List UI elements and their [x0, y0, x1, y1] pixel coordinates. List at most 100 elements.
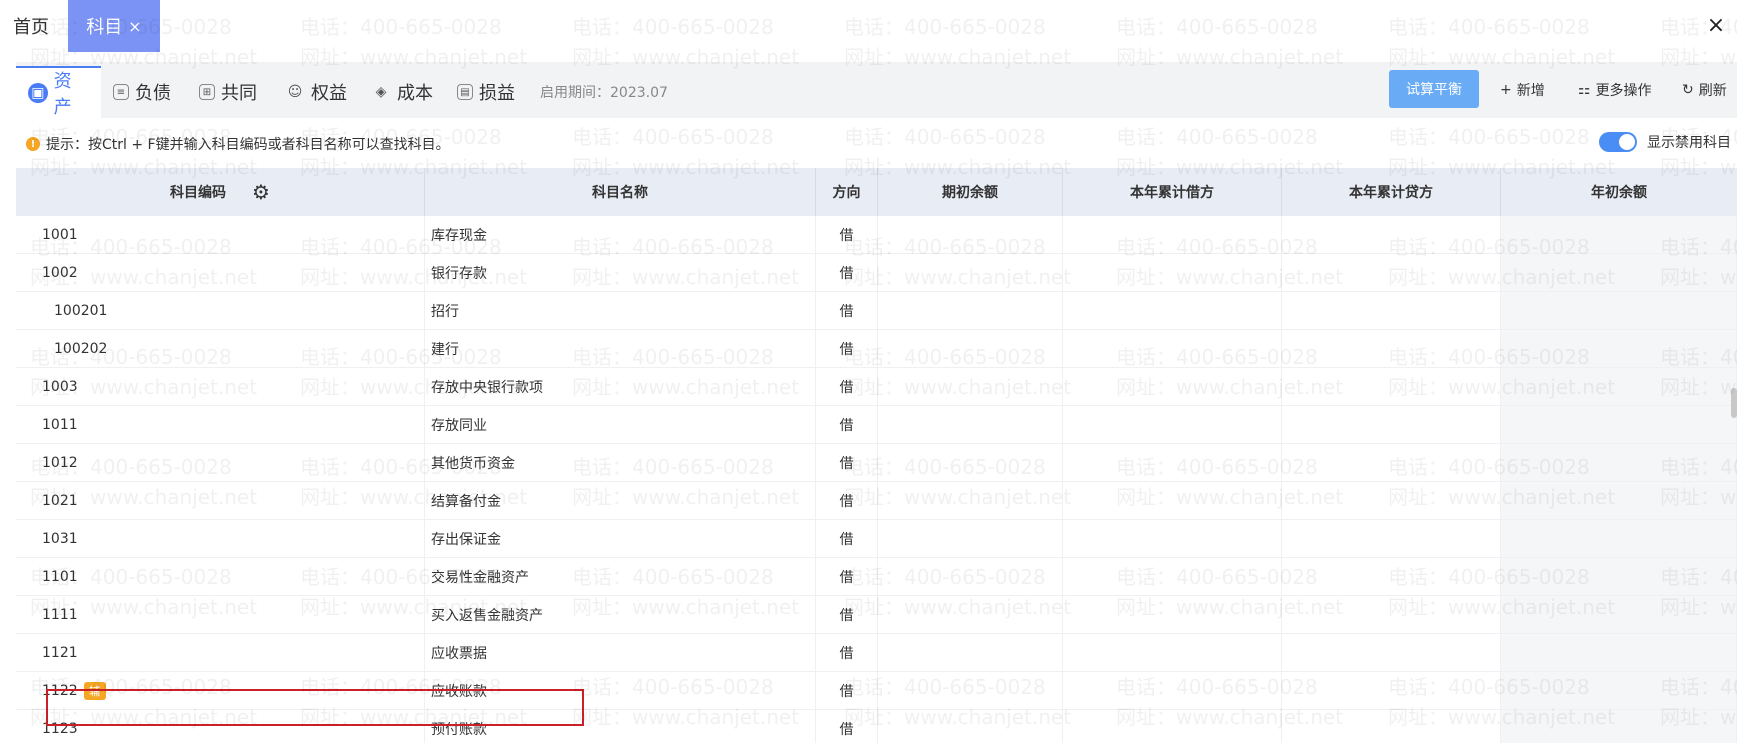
- tab-common[interactable]: ⊞ 共同: [187, 66, 273, 118]
- cell-debit[interactable]: [1063, 368, 1282, 406]
- cell-code: 1101: [16, 558, 425, 596]
- cell-year-begin[interactable]: [1501, 672, 1737, 710]
- cell-debit[interactable]: [1063, 558, 1282, 596]
- cell-debit[interactable]: [1063, 710, 1282, 743]
- cell-opening[interactable]: [878, 406, 1063, 444]
- cell-credit[interactable]: [1282, 672, 1501, 710]
- tab-home[interactable]: 首页: [0, 0, 62, 52]
- trial-balance-button[interactable]: 试算平衡: [1389, 70, 1479, 108]
- table-row[interactable]: 1101 交易性金融资产借: [16, 558, 1737, 596]
- cell-credit[interactable]: [1282, 254, 1501, 292]
- cell-opening[interactable]: [878, 634, 1063, 672]
- table-row[interactable]: 100202 建行借: [16, 330, 1737, 368]
- table-row[interactable]: 1012 其他货币资金借: [16, 444, 1737, 482]
- cell-opening[interactable]: [878, 330, 1063, 368]
- vertical-scrollbar[interactable]: [1731, 388, 1737, 418]
- cell-credit[interactable]: [1282, 406, 1501, 444]
- tab-profit-loss[interactable]: ▤ 损益: [445, 66, 531, 118]
- cell-debit[interactable]: [1063, 444, 1282, 482]
- cell-opening[interactable]: [878, 520, 1063, 558]
- cell-opening[interactable]: [878, 482, 1063, 520]
- cell-direction: 借: [816, 444, 878, 482]
- window-close-icon[interactable]: ×: [1701, 10, 1731, 40]
- cell-year-begin[interactable]: [1501, 368, 1737, 406]
- table-row[interactable]: 1021 结算备付金借: [16, 482, 1737, 520]
- cell-credit[interactable]: [1282, 330, 1501, 368]
- more-actions-button[interactable]: ⚏ 更多操作: [1578, 80, 1652, 100]
- cell-year-begin[interactable]: [1501, 710, 1737, 743]
- table-row[interactable]: 1121 应收票据借: [16, 634, 1737, 672]
- cell-debit[interactable]: [1063, 292, 1282, 330]
- tab-asset[interactable]: ▣ 资产: [16, 66, 101, 118]
- cell-credit[interactable]: [1282, 482, 1501, 520]
- cell-opening[interactable]: [878, 368, 1063, 406]
- cell-year-begin[interactable]: [1501, 558, 1737, 596]
- cell-opening[interactable]: [878, 254, 1063, 292]
- cell-opening[interactable]: [878, 216, 1063, 254]
- cell-debit[interactable]: [1063, 216, 1282, 254]
- cell-debit[interactable]: [1063, 330, 1282, 368]
- cell-opening[interactable]: [878, 596, 1063, 634]
- cell-credit[interactable]: [1282, 710, 1501, 743]
- refresh-button[interactable]: ↻ 刷新: [1682, 80, 1727, 100]
- grid-icon: ⚏: [1578, 82, 1591, 98]
- cell-opening[interactable]: [878, 444, 1063, 482]
- cell-debit[interactable]: [1063, 634, 1282, 672]
- cell-credit[interactable]: [1282, 634, 1501, 672]
- cell-credit[interactable]: [1282, 558, 1501, 596]
- cell-year-begin[interactable]: [1501, 634, 1737, 672]
- tab-profit-loss-label: 损益: [479, 83, 515, 104]
- cell-name: 存放同业: [425, 406, 816, 444]
- table-row[interactable]: 100201 招行借: [16, 292, 1737, 330]
- gear-icon[interactable]: ⚙: [252, 180, 270, 204]
- table-row[interactable]: 1031 存出保证金借: [16, 520, 1737, 558]
- cell-year-begin[interactable]: [1501, 482, 1737, 520]
- table-row[interactable]: 1001 库存现金借: [16, 216, 1737, 254]
- table-row[interactable]: 1123 预付账款借: [16, 710, 1737, 743]
- cell-debit[interactable]: [1063, 406, 1282, 444]
- cell-credit[interactable]: [1282, 292, 1501, 330]
- tab-common-label: 共同: [221, 83, 257, 104]
- header-debit: 本年累计借方: [1063, 168, 1282, 216]
- cell-year-begin[interactable]: [1501, 444, 1737, 482]
- tab-subjects[interactable]: 科目 ×: [68, 0, 160, 52]
- cell-credit[interactable]: [1282, 520, 1501, 558]
- cell-debit[interactable]: [1063, 596, 1282, 634]
- refresh-label: 刷新: [1698, 83, 1727, 99]
- add-button[interactable]: + 新增: [1500, 80, 1545, 100]
- tab-asset-label: 资产: [53, 71, 72, 118]
- cell-credit[interactable]: [1282, 596, 1501, 634]
- cell-opening[interactable]: [878, 710, 1063, 743]
- cell-year-begin[interactable]: [1501, 596, 1737, 634]
- tab-close-icon[interactable]: ×: [128, 17, 141, 36]
- cell-year-begin[interactable]: [1501, 216, 1737, 254]
- tab-equity[interactable]: ☺ 权益: [273, 66, 359, 118]
- table-row[interactable]: 1003 存放中央银行款项借: [16, 368, 1737, 406]
- tab-liability[interactable]: ≡ 负债: [101, 66, 187, 118]
- cell-credit[interactable]: [1282, 368, 1501, 406]
- watermark-phone: 电话：400-665-0028: [572, 125, 774, 149]
- show-disabled-toggle[interactable]: [1599, 132, 1637, 152]
- cell-debit[interactable]: [1063, 482, 1282, 520]
- cell-debit[interactable]: [1063, 520, 1282, 558]
- cell-direction: 借: [816, 520, 878, 558]
- cell-debit[interactable]: [1063, 672, 1282, 710]
- cell-code-text: 1021: [42, 493, 78, 509]
- cell-credit[interactable]: [1282, 444, 1501, 482]
- table-row[interactable]: 1111 买入返售金融资产借: [16, 596, 1737, 634]
- cell-year-begin[interactable]: [1501, 520, 1737, 558]
- cell-debit[interactable]: [1063, 254, 1282, 292]
- cell-opening[interactable]: [878, 292, 1063, 330]
- tab-cost[interactable]: ◈ 成本: [359, 66, 445, 118]
- table-row[interactable]: 1011 存放同业借: [16, 406, 1737, 444]
- cell-code-text: 1121: [42, 645, 78, 661]
- cell-opening[interactable]: [878, 558, 1063, 596]
- cell-year-begin[interactable]: [1501, 292, 1737, 330]
- table-row[interactable]: 1122 辅 应收账款借: [16, 672, 1737, 710]
- cell-opening[interactable]: [878, 672, 1063, 710]
- cell-credit[interactable]: [1282, 216, 1501, 254]
- cell-year-begin[interactable]: [1501, 254, 1737, 292]
- cell-year-begin[interactable]: [1501, 330, 1737, 368]
- cell-year-begin[interactable]: [1501, 406, 1737, 444]
- table-row[interactable]: 1002 银行存款借: [16, 254, 1737, 292]
